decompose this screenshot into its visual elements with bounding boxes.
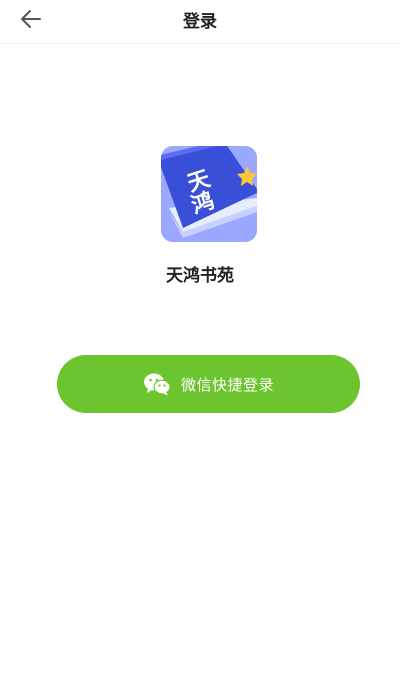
wechat-login-label: 微信快捷登录	[180, 375, 274, 394]
app-name: 天鸿书苑	[166, 266, 234, 286]
app-logo: 天 鸿	[161, 146, 257, 242]
header-bar: 登录	[0, 0, 400, 44]
wechat-icon	[143, 373, 171, 396]
page-title: 登录	[183, 12, 217, 32]
wechat-login-button[interactable]: 微信快捷登录	[57, 355, 360, 413]
book-logo-icon: 天 鸿	[161, 146, 257, 242]
login-screen: 登录 天 鸿 天鸿书苑 微信快捷登录	[0, 0, 400, 700]
